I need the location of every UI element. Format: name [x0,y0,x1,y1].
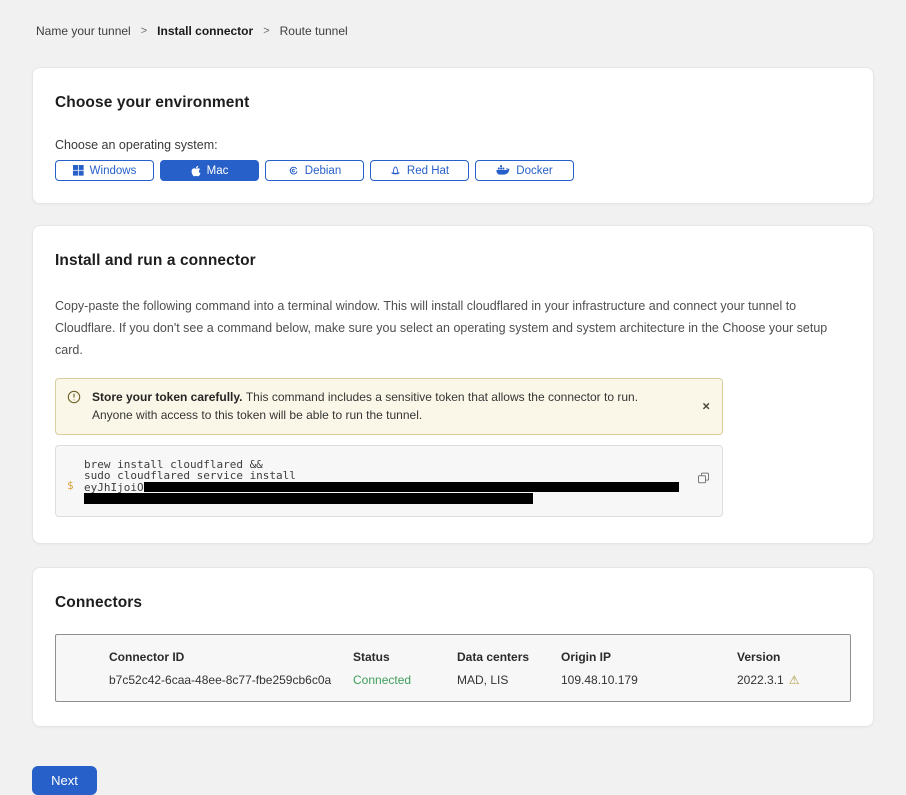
breadcrumb-separator: > [263,25,269,37]
os-button-group: Windows Mac Debian Red Hat Docker [55,160,851,181]
header-version: Version [737,650,838,664]
table-header-row: Connector ID Status Data centers Origin … [56,650,850,673]
breadcrumb-install-connector[interactable]: Install connector [157,24,253,38]
cell-origin-ip: 109.48.10.179 [561,673,737,687]
copy-icon[interactable] [697,472,710,488]
warning-icon[interactable]: ⚠ [789,673,800,687]
os-button-label: Debian [305,165,341,177]
token-warning-alert: Store your token carefully. This command… [55,378,723,435]
debian-icon [288,165,299,176]
version-value: 2022.3.1 [737,673,784,687]
close-icon[interactable]: × [702,400,710,413]
status-badge: Connected [353,673,457,687]
breadcrumb-separator: > [141,25,147,37]
cell-connector-id: b7c52c42-6caa-48ee-8c77-fbe259cb6c0a [109,673,353,687]
token-prefix: eyJhIjoiO [84,482,144,493]
install-connector-card: Install and run a connector Copy-paste t… [32,225,874,544]
apple-icon [191,165,201,177]
os-button-debian[interactable]: Debian [265,160,364,181]
install-description: Copy-paste the following command into a … [55,296,851,362]
windows-icon [73,165,84,176]
os-button-label: Docker [516,165,552,177]
os-select-label: Choose an operating system: [55,138,851,152]
next-button[interactable]: Next [32,766,97,795]
os-button-mac[interactable]: Mac [160,160,259,181]
header-origin-ip: Origin IP [561,650,737,664]
table-row: b7c52c42-6caa-48ee-8c77-fbe259cb6c0a Con… [56,673,850,687]
docker-icon [496,165,510,176]
os-button-label: Mac [207,165,229,177]
connectors-title: Connectors [55,594,851,612]
header-status: Status [353,650,457,664]
choose-environment-card: Choose your environment Choose an operat… [32,67,874,204]
os-button-windows[interactable]: Windows [55,160,154,181]
install-command-codeblock: $ brew install cloudflared && sudo cloud… [55,445,723,517]
breadcrumb-name-your-tunnel[interactable]: Name your tunnel [36,24,131,38]
header-connector-id: Connector ID [109,650,353,664]
header-data-centers: Data centers [457,650,561,664]
cell-version: 2022.3.1 ⚠ [737,673,838,687]
redhat-icon [390,165,401,177]
redacted-token-bar [84,493,533,504]
redacted-token-bar [144,482,679,492]
token-line: eyJhIjoiO [84,482,682,493]
breadcrumb-route-tunnel[interactable]: Route tunnel [280,24,348,38]
os-button-label: Windows [90,165,137,177]
cell-data-centers: MAD, LIS [457,673,561,687]
os-button-docker[interactable]: Docker [475,160,574,181]
command-line-2: sudo cloudflared service install [84,470,682,481]
install-connector-title: Install and run a connector [55,252,851,270]
alert-info-icon [67,390,81,410]
os-button-redhat[interactable]: Red Hat [370,160,469,181]
terminal-prompt: $ [67,479,74,492]
breadcrumb: Name your tunnel > Install connector > R… [0,0,906,38]
alert-title: Store your token carefully. [92,390,246,404]
os-button-label: Red Hat [407,165,449,177]
choose-environment-title: Choose your environment [55,94,851,112]
connectors-table: Connector ID Status Data centers Origin … [55,634,851,702]
connectors-card: Connectors Connector ID Status Data cent… [32,567,874,727]
